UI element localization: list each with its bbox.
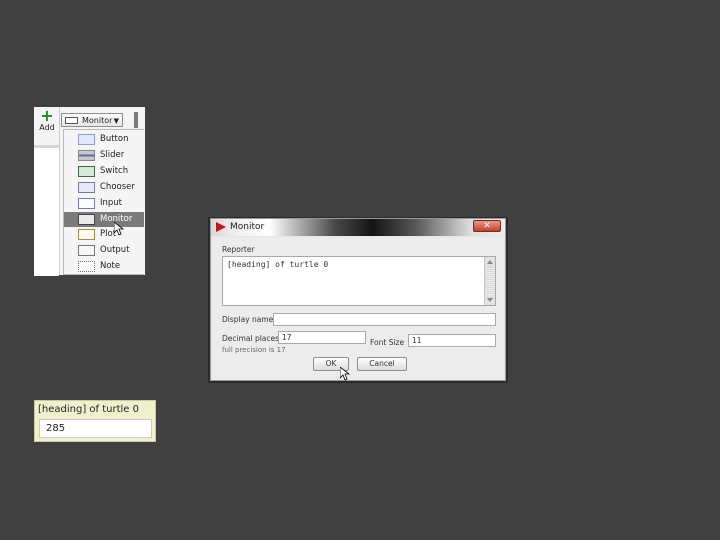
close-button[interactable]: ✕: [473, 220, 501, 232]
monitor-dialog: Monitor ✕ Reporter [heading] of turtle 0…: [210, 218, 506, 381]
cancel-button[interactable]: Cancel: [357, 357, 407, 371]
switch-widget-icon: [78, 166, 95, 177]
menu-item-note[interactable]: Note: [64, 259, 144, 274]
menu-item-label: Note: [100, 261, 121, 271]
monitor-widget-icon: [65, 117, 78, 124]
menu-item-label: Chooser: [100, 182, 135, 192]
chevron-down-icon: ▼: [113, 117, 119, 125]
menu-item-button[interactable]: Button: [64, 132, 144, 147]
toolbar-separator: [34, 145, 59, 148]
menu-item-label: Input: [100, 198, 123, 208]
reporter-code: [heading] of turtle 0: [227, 260, 329, 269]
mouse-pointer-icon: [340, 367, 350, 381]
scroll-thumb[interactable]: [486, 267, 493, 295]
reporter-label: Reporter: [222, 245, 255, 254]
widget-type-dropdown: Button Slider Switch Chooser Input Monit…: [63, 129, 144, 275]
menu-item-slider[interactable]: Slider: [64, 148, 144, 163]
plus-icon: +: [40, 106, 54, 125]
add-button-label: Add: [39, 123, 55, 132]
display-name-field[interactable]: [273, 313, 496, 326]
reporter-scrollbar[interactable]: [484, 257, 495, 305]
mouse-pointer-icon: [114, 222, 124, 236]
output-widget-icon: [78, 245, 95, 256]
toolbar-scroll-handle[interactable]: [134, 112, 138, 128]
monitor-widget-value-box: 285: [39, 419, 152, 438]
dialog-titlebar[interactable]: Monitor ✕: [211, 219, 505, 236]
menu-item-label: Button: [100, 134, 129, 144]
menu-item-switch[interactable]: Switch: [64, 164, 144, 179]
reporter-textarea[interactable]: [heading] of turtle 0: [222, 256, 496, 306]
monitor-widget-icon: [78, 214, 95, 225]
chooser-widget-icon: [78, 182, 95, 193]
dialog-body: Reporter [heading] of turtle 0 Display n…: [212, 237, 504, 380]
scroll-down-icon[interactable]: [487, 298, 493, 302]
monitor-widget-label: [heading] of turtle 0: [38, 404, 139, 415]
widget-type-select-value: Monitor: [82, 116, 113, 125]
decimal-places-field[interactable]: 17: [278, 331, 366, 344]
close-icon: ✕: [483, 221, 491, 231]
plot-widget-icon: [78, 229, 95, 240]
toolbar-left-strip: [34, 145, 59, 276]
display-name-label: Display name: [222, 315, 274, 324]
menu-item-output[interactable]: Output: [64, 243, 144, 258]
menu-item-label: Slider: [100, 150, 125, 160]
toolbar-divider: [59, 107, 60, 275]
menu-item-chooser[interactable]: Chooser: [64, 180, 144, 195]
dialog-title: Monitor: [230, 222, 265, 232]
button-widget-icon: [78, 134, 95, 145]
font-size-label: Font Size: [370, 338, 405, 347]
monitor-widget-value: 285: [46, 423, 66, 434]
slider-widget-icon: [78, 150, 95, 161]
decimal-places-label: Decimal places: [222, 334, 280, 343]
input-widget-icon: [78, 198, 95, 209]
add-widget-button[interactable]: + Add: [36, 106, 58, 143]
app-logo-icon: [216, 222, 226, 232]
widget-type-select[interactable]: Monitor ▼: [61, 113, 123, 127]
widget-toolbar: + Add Monitor ▼ Button Slider Switch Cho…: [34, 106, 145, 276]
monitor-widget[interactable]: [heading] of turtle 0 285: [34, 400, 156, 442]
font-size-field[interactable]: 11: [408, 334, 496, 347]
menu-item-label: Output: [100, 245, 130, 255]
scroll-up-icon[interactable]: [487, 260, 493, 264]
menu-item-plot[interactable]: Plot: [64, 227, 144, 242]
note-widget-icon: [78, 261, 95, 272]
menu-item-input[interactable]: Input: [64, 196, 144, 211]
menu-item-monitor[interactable]: Monitor: [64, 212, 144, 227]
menu-item-label: Switch: [100, 166, 129, 176]
precision-hint: full precision is 17: [222, 346, 286, 354]
